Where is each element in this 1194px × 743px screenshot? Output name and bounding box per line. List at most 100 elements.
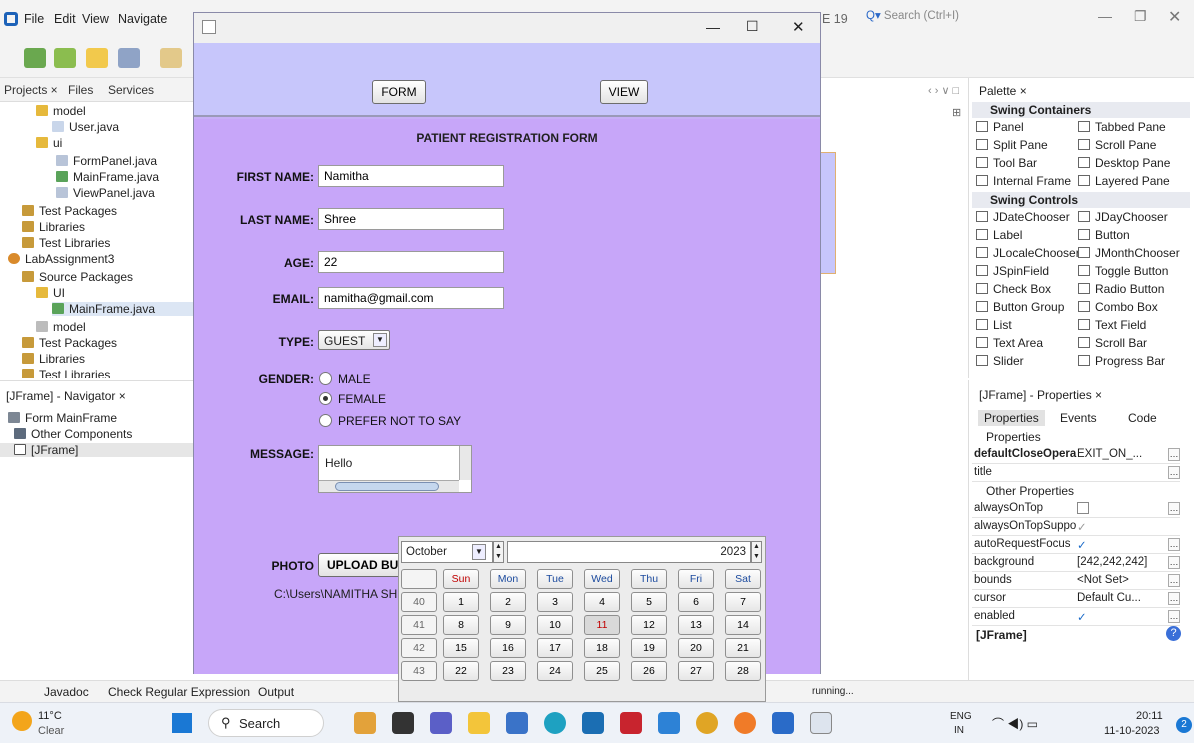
palette-item[interactable]: Internal Frame — [976, 174, 1071, 188]
java-app-icon[interactable] — [810, 712, 832, 734]
app-maximize-icon[interactable]: ☐ — [746, 18, 759, 35]
taskbar-search[interactable]: ⚲ Search — [208, 709, 324, 737]
tree-node[interactable]: ViewPanel.java — [56, 186, 155, 200]
day-button[interactable]: 18 — [584, 638, 620, 658]
netbeans-icon[interactable] — [772, 712, 794, 734]
props-tab-code[interactable]: Code — [1128, 411, 1157, 425]
more-icon[interactable]: … — [1168, 502, 1180, 515]
tab-regex[interactable]: Check Regular Expression — [108, 685, 250, 699]
nav-node[interactable]: [JFrame] — [0, 443, 196, 457]
day-button[interactable]: 12 — [631, 615, 667, 635]
day-button[interactable]: 9 — [490, 615, 526, 635]
save-all-icon[interactable] — [118, 48, 140, 68]
day-button[interactable]: 24 — [537, 661, 573, 681]
palette-item[interactable]: JDateChooser — [976, 210, 1070, 224]
undo-icon[interactable] — [160, 48, 182, 68]
palette-item[interactable]: Scroll Bar — [1078, 336, 1147, 350]
palette-item[interactable]: Text Area — [976, 336, 1043, 350]
palette-item[interactable]: JDayChooser — [1078, 210, 1168, 224]
tree-node[interactable]: Libraries — [22, 352, 85, 366]
day-button[interactable]: 8 — [443, 615, 479, 635]
more-icon[interactable]: … — [1168, 538, 1180, 551]
app-icon-9[interactable] — [658, 712, 680, 734]
day-button[interactable]: 25 — [584, 661, 620, 681]
year-spinner-icon[interactable]: ▲ ▼ — [751, 541, 762, 563]
props-tab-events[interactable]: Events — [1060, 411, 1097, 425]
palette-item[interactable]: Tool Bar — [976, 156, 1037, 170]
app-close-icon[interactable]: ✕ — [792, 18, 805, 36]
app-icon-5[interactable] — [506, 712, 528, 734]
ide-search-input[interactable]: Q▾ Search (Ctrl+I) — [866, 8, 964, 28]
expand-icon[interactable]: ⊞ — [952, 106, 961, 119]
property-row[interactable]: bounds <Not Set>… — [972, 572, 1180, 590]
palette-item[interactable]: Radio Button — [1078, 282, 1164, 296]
tree-node[interactable]: ui — [36, 136, 62, 150]
palette-item[interactable]: List — [976, 318, 1012, 332]
property-row[interactable]: autoRequestFocus ✓… — [972, 536, 1180, 554]
day-button[interactable]: 1 — [443, 592, 479, 612]
property-row[interactable]: defaultCloseOpera EXIT_ON_...… — [972, 446, 1180, 464]
day-button[interactable]: 3 — [537, 592, 573, 612]
form-button[interactable]: FORM — [372, 80, 426, 104]
message-textarea[interactable]: Hello — [318, 445, 472, 493]
age-field[interactable]: 22 — [318, 251, 504, 273]
day-button[interactable]: 26 — [631, 661, 667, 681]
language-top[interactable]: ENG — [950, 711, 972, 722]
palette-item[interactable]: Text Field — [1078, 318, 1146, 332]
palette-item[interactable]: Progress Bar — [1078, 354, 1165, 368]
navigator-title[interactable]: [JFrame] - Navigator × — [6, 389, 126, 403]
gender-female-radio[interactable] — [319, 392, 332, 405]
day-button[interactable]: 4 — [584, 592, 620, 612]
day-button[interactable]: 22 — [443, 661, 479, 681]
app-icon-11[interactable] — [734, 712, 756, 734]
tab-projects[interactable]: Projects × — [4, 83, 58, 97]
tree-node[interactable]: Test Packages — [22, 336, 117, 350]
day-button[interactable]: 28 — [725, 661, 761, 681]
more-icon[interactable]: … — [1168, 592, 1180, 605]
day-button[interactable]: 15 — [443, 638, 479, 658]
palette-item[interactable]: Button — [1078, 228, 1130, 242]
app-icon-1[interactable] — [354, 712, 376, 734]
weather-icon[interactable] — [12, 711, 32, 731]
day-button[interactable]: 20 — [678, 638, 714, 658]
property-row[interactable]: cursor Default Cu...… — [972, 590, 1180, 608]
day-button[interactable]: 16 — [490, 638, 526, 658]
clock-date[interactable]: 11-10-2023 — [1104, 725, 1159, 737]
tree-node[interactable]: FormPanel.java — [56, 154, 157, 168]
day-button[interactable]: 14 — [725, 615, 761, 635]
tree-node[interactable]: UI — [36, 286, 65, 300]
palette-item[interactable]: Tabbed Pane — [1078, 120, 1166, 134]
palette-item[interactable]: JLocaleChooser — [976, 246, 1080, 260]
day-button[interactable]: 6 — [678, 592, 714, 612]
year-field[interactable]: 2023 — [507, 541, 751, 563]
help-icon[interactable]: ? — [1166, 626, 1181, 641]
close-icon[interactable]: ✕ — [1168, 7, 1181, 27]
day-button[interactable]: 10 — [537, 615, 573, 635]
palette-section-containers[interactable]: Swing Containers — [972, 102, 1190, 118]
tree-node[interactable]: Test Libraries — [22, 368, 110, 378]
edge-icon[interactable] — [544, 712, 566, 734]
vertical-scrollbar[interactable] — [459, 446, 471, 480]
tree-node[interactable]: LabAssignment3 — [8, 252, 114, 266]
other-section[interactable]: Other Properties — [986, 484, 1074, 498]
palette-item[interactable]: Slider — [976, 354, 1024, 368]
tree-node[interactable]: User.java — [52, 120, 119, 134]
property-row[interactable]: enabled ✓… — [972, 608, 1180, 626]
props-section[interactable]: Properties — [986, 430, 1041, 444]
palette-item[interactable]: JMonthChooser — [1078, 246, 1180, 260]
scroll-thumb[interactable] — [335, 482, 439, 491]
tree-node[interactable]: model — [36, 320, 86, 334]
month-spinner-icon[interactable]: ▲ ▼ — [493, 541, 504, 563]
chrome-icon[interactable] — [696, 712, 718, 734]
palette-item[interactable]: Desktop Pane — [1078, 156, 1170, 170]
upload-button[interactable]: UPLOAD BUT — [318, 553, 402, 577]
day-button[interactable]: 7 — [725, 592, 761, 612]
tree-node[interactable]: MainFrame.java — [52, 302, 196, 316]
tab-javadoc[interactable]: Javadoc — [44, 685, 89, 699]
restore-icon[interactable]: ❐ — [1134, 8, 1147, 25]
props-tab-properties[interactable]: Properties — [978, 410, 1045, 426]
more-icon[interactable]: … — [1168, 466, 1180, 479]
menu-navigate[interactable]: Navigate — [118, 12, 167, 26]
windows-start-icon[interactable] — [172, 713, 192, 733]
more-icon[interactable]: … — [1168, 574, 1180, 587]
